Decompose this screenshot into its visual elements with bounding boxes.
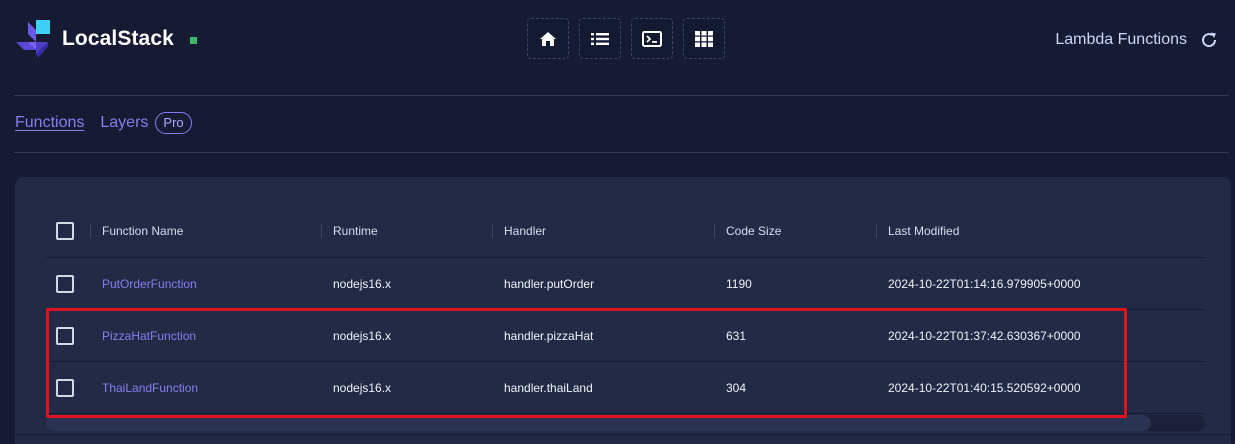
tab-layers[interactable]: Layers [100, 114, 148, 132]
handler-cell: handler.putOrder [504, 276, 595, 291]
pro-badge: Pro [155, 112, 192, 134]
row-checkbox-cell [46, 274, 90, 293]
table-header-row: Function Name Runtime Handler Code Size … [46, 204, 1205, 258]
code-size-cell: 1190 [726, 276, 752, 291]
table-row[interactable]: PutOrderFunction nodejs16.x handler.putO… [46, 258, 1205, 310]
function-name-link[interactable]: PizzaHatFunction [90, 329, 321, 343]
header-divider [14, 95, 1229, 96]
terminal-icon [642, 30, 662, 47]
last-modified-cell: 2024-10-22T01:40:15.520592+0000 [888, 380, 1081, 395]
column-header-handler[interactable]: Handler [492, 223, 714, 238]
localstack-logo-icon [16, 20, 50, 58]
page: LocalStack Lambda Functions Functions La… [0, 0, 1235, 444]
row-checkbox[interactable] [56, 326, 74, 345]
terminal-button[interactable] [631, 18, 673, 59]
last-modified-cell: 2024-10-22T01:37:42.630367+0000 [888, 328, 1081, 343]
horizontal-scrollbar-thumb[interactable] [46, 415, 1151, 431]
brand-name: LocalStack [62, 27, 174, 50]
column-header-last-modified[interactable]: Last Modified [876, 223, 1205, 238]
tab-functions[interactable]: Functions [15, 114, 84, 132]
horizontal-scrollbar[interactable] [46, 415, 1205, 431]
runtime-cell: nodejs16.x [333, 328, 392, 343]
select-all-cell [46, 221, 90, 240]
select-all-checkbox[interactable] [56, 221, 74, 240]
table-row[interactable]: ThaiLandFunction nodejs16.x handler.thai… [46, 362, 1205, 414]
page-title: Lambda Functions [1055, 31, 1187, 48]
toolbar [527, 18, 725, 59]
tab-bar: Functions Layers Pro [15, 112, 192, 134]
code-size-cell: 631 [726, 328, 747, 343]
column-header-function-name[interactable]: Function Name [90, 223, 321, 238]
list-icon [591, 32, 609, 45]
brand[interactable]: LocalStack [14, 18, 197, 60]
home-button[interactable] [527, 18, 569, 59]
panel-bottom-divider [15, 434, 1231, 435]
runtime-cell: nodejs16.x [333, 380, 392, 395]
row-checkbox-cell [46, 378, 90, 397]
last-modified-cell: 2024-10-22T01:14:16.979905+0000 [888, 276, 1081, 291]
function-name-link[interactable]: ThaiLandFunction [90, 381, 321, 395]
status-indicator [189, 36, 197, 44]
row-checkbox-cell [46, 326, 90, 345]
code-size-cell: 304 [726, 380, 747, 395]
column-header-runtime[interactable]: Runtime [321, 223, 492, 238]
function-name-link[interactable]: PutOrderFunction [90, 277, 321, 291]
grid-button[interactable] [683, 18, 725, 59]
runtime-cell: nodejs16.x [333, 276, 392, 291]
header-right: Lambda Functions [1055, 30, 1219, 50]
row-checkbox[interactable] [56, 378, 74, 397]
column-header-code-size[interactable]: Code Size [714, 223, 876, 238]
functions-panel: Function Name Runtime Handler Code Size … [15, 177, 1231, 444]
table-row[interactable]: PizzaHatFunction nodejs16.x handler.pizz… [46, 310, 1205, 362]
handler-cell: handler.pizzaHat [504, 328, 594, 343]
list-button[interactable] [579, 18, 621, 59]
home-icon [540, 31, 556, 46]
row-checkbox[interactable] [56, 274, 74, 293]
refresh-icon[interactable] [1199, 30, 1219, 50]
handler-cell: handler.thaiLand [504, 380, 593, 395]
functions-table: Function Name Runtime Handler Code Size … [46, 204, 1205, 414]
tabs-divider [14, 152, 1229, 153]
grid-icon [695, 30, 713, 47]
